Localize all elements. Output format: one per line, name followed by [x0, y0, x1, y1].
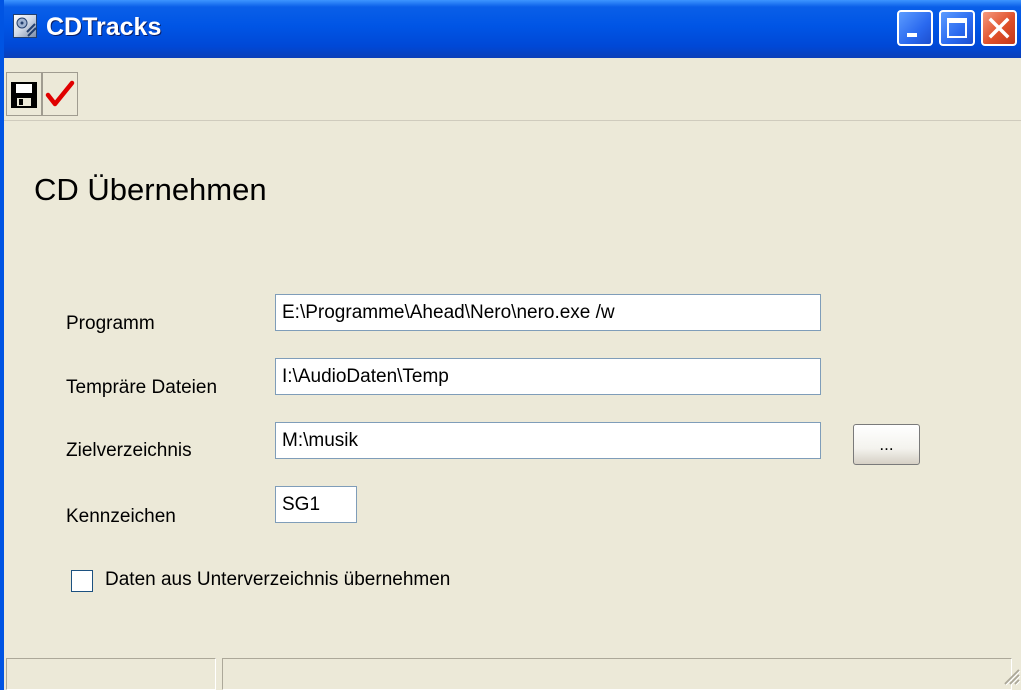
toolbar-separator [4, 120, 1021, 121]
save-button[interactable] [6, 72, 42, 116]
subdirectory-checkbox[interactable] [71, 570, 93, 592]
resize-grip-icon[interactable] [1001, 666, 1021, 686]
floppy-disk-icon [11, 82, 37, 108]
status-pane-1 [6, 658, 216, 690]
program-field[interactable] [275, 294, 821, 331]
confirm-button[interactable] [42, 72, 78, 116]
program-label: Programm [66, 313, 155, 334]
page-title: CD Übernehmen [34, 172, 267, 207]
red-checkmark-icon [45, 80, 75, 107]
title-bar[interactable]: CDTracks [4, 0, 1021, 58]
close-icon [988, 17, 1010, 39]
minimize-icon [907, 33, 917, 37]
identifier-label: Kennzeichen [66, 506, 176, 527]
identifier-field[interactable] [275, 486, 357, 523]
toolbar [4, 58, 1021, 122]
browse-button[interactable]: ... [853, 424, 920, 465]
maximize-button[interactable] [939, 10, 975, 46]
status-pane-2 [222, 658, 1012, 690]
temp-files-field[interactable] [275, 358, 821, 395]
target-directory-field[interactable] [275, 422, 821, 459]
window-title: CDTracks [46, 13, 162, 41]
maximize-icon [947, 18, 967, 38]
target-directory-label: Zielverzeichnis [66, 440, 192, 461]
status-bar [4, 655, 1021, 690]
minimize-button[interactable] [897, 10, 933, 46]
subdirectory-checkbox-label[interactable]: Daten aus Unterverzeichnis übernehmen [105, 569, 450, 591]
temp-files-label: Tempräre Dateien [66, 377, 218, 398]
app-icon [13, 14, 37, 38]
cdtracks-window: CDTracks CD Übernehmen Programm E:\Progr… [0, 0, 1021, 690]
close-button[interactable] [981, 10, 1017, 46]
